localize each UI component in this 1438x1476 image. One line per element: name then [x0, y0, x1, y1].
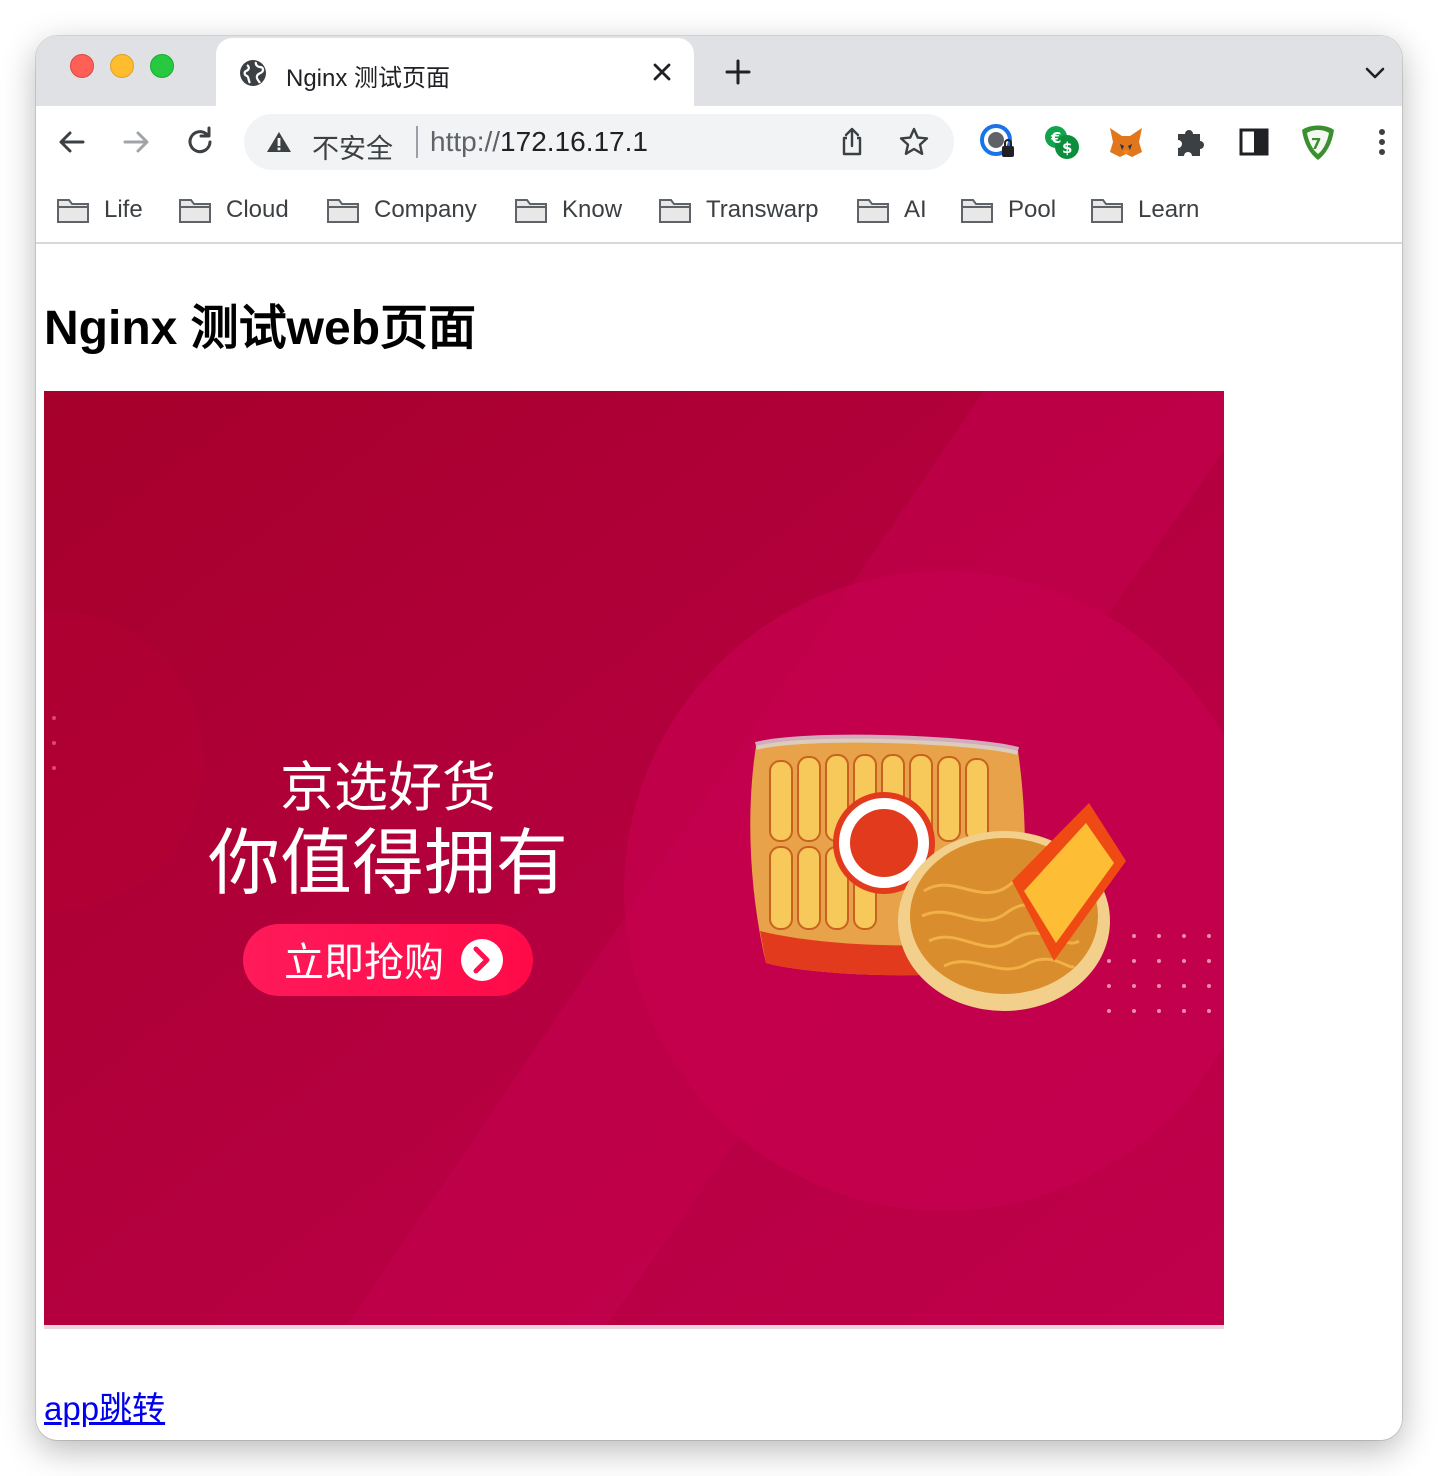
shop-now-label: 立即抢购	[284, 940, 444, 986]
more-menu-icon[interactable]	[1364, 124, 1400, 160]
folder-icon	[57, 199, 89, 223]
new-tab-icon[interactable]	[720, 54, 756, 90]
bookmark-label: Cloud	[226, 196, 289, 223]
promo-banner-image: 京选好货 你值得拥有 立即抢购	[44, 391, 1224, 1329]
puzzle-extensions-icon[interactable]	[1170, 122, 1210, 162]
folder-icon	[857, 199, 889, 223]
svg-text:$: $	[1062, 139, 1072, 157]
folder-icon	[179, 199, 211, 223]
address-bar[interactable]: 不安全 http://172.16.17.1	[244, 114, 954, 170]
bookmark-folder-cloud[interactable]: Cloud	[178, 180, 289, 240]
back-arrow-icon[interactable]	[54, 124, 90, 160]
metamask-fox-icon[interactable]	[1106, 122, 1146, 162]
bookmark-label: Pool	[1008, 196, 1057, 223]
bookmarks-bar: Life Cloud Company Know Transwarp AI Poo…	[36, 180, 1402, 244]
bookmark-label: AI	[904, 196, 927, 223]
bookmark-folder-know[interactable]: Know	[514, 180, 622, 240]
window-maximize-button[interactable]	[150, 54, 174, 78]
bookmark-label: Know	[562, 196, 623, 223]
tab-title: Nginx 测试页面	[286, 65, 451, 92]
bookmark-folder-ai[interactable]: AI	[856, 180, 927, 240]
banner-headline-2: 你值得拥有	[208, 821, 568, 905]
url-text[interactable]: http://172.16.17.1	[430, 126, 648, 158]
address-divider	[416, 126, 418, 158]
svg-text:€: €	[1050, 129, 1061, 147]
bookmark-label: Transwarp	[706, 196, 819, 223]
page-content: Nginx 测试web页面 京选好货 你值得拥有 立即抢购 app跳转	[36, 244, 1402, 1440]
password-lock-extension-icon[interactable]	[978, 122, 1018, 162]
bookmark-folder-learn[interactable]: Learn	[1090, 180, 1199, 240]
forward-arrow-icon[interactable]	[118, 124, 154, 160]
warning-triangle-icon[interactable]	[266, 130, 292, 154]
bookmark-folder-pool[interactable]: Pool	[960, 180, 1056, 240]
shop-now-button[interactable]: 立即抢购	[243, 924, 533, 996]
bookmark-star-icon[interactable]	[898, 126, 930, 158]
share-icon[interactable]	[836, 126, 868, 158]
bookmark-folder-transwarp[interactable]: Transwarp	[658, 180, 818, 240]
browser-window: Nginx 测试页面 不安全 http://172.16.17.1 € $ 7 …	[36, 36, 1402, 1440]
close-tab-icon[interactable]	[648, 58, 676, 86]
side-panel-icon[interactable]	[1234, 122, 1274, 162]
globe-icon	[238, 58, 268, 88]
window-close-button[interactable]	[70, 54, 94, 78]
bookmark-folder-company[interactable]: Company	[326, 180, 477, 240]
bookmark-label: Life	[104, 196, 143, 223]
svg-text:7: 7	[1311, 135, 1321, 153]
folder-icon	[327, 199, 359, 223]
security-status-label[interactable]: 不安全	[312, 127, 393, 166]
app-redirect-link[interactable]: app跳转	[44, 1382, 165, 1430]
url-scheme: http://	[430, 126, 501, 157]
chevron-right-icon	[461, 939, 503, 981]
banner-headline-1: 京选好货	[280, 756, 496, 819]
page-heading: Nginx 测试web页面	[44, 302, 477, 355]
chevron-down-icon[interactable]	[1362, 60, 1388, 86]
window-minimize-button[interactable]	[110, 54, 134, 78]
tab-active[interactable]: Nginx 测试页面	[216, 38, 694, 106]
navigation-toolbar: 不安全 http://172.16.17.1 € $ 7	[36, 106, 1402, 180]
folder-icon	[1091, 199, 1123, 223]
folder-icon	[515, 199, 547, 223]
bookmark-label: Company	[374, 196, 477, 223]
folder-icon	[961, 199, 993, 223]
url-host: 172.16.17.1	[500, 126, 648, 157]
currency-converter-extension-icon[interactable]: € $	[1042, 122, 1082, 162]
bookmark-label: Learn	[1138, 196, 1200, 223]
vpn-shield-extension-icon[interactable]: 7	[1298, 122, 1338, 162]
tab-strip: Nginx 测试页面	[36, 36, 1402, 106]
reload-icon[interactable]	[182, 124, 218, 160]
bookmark-folder-life[interactable]: Life	[56, 180, 143, 240]
folder-icon	[659, 199, 691, 223]
